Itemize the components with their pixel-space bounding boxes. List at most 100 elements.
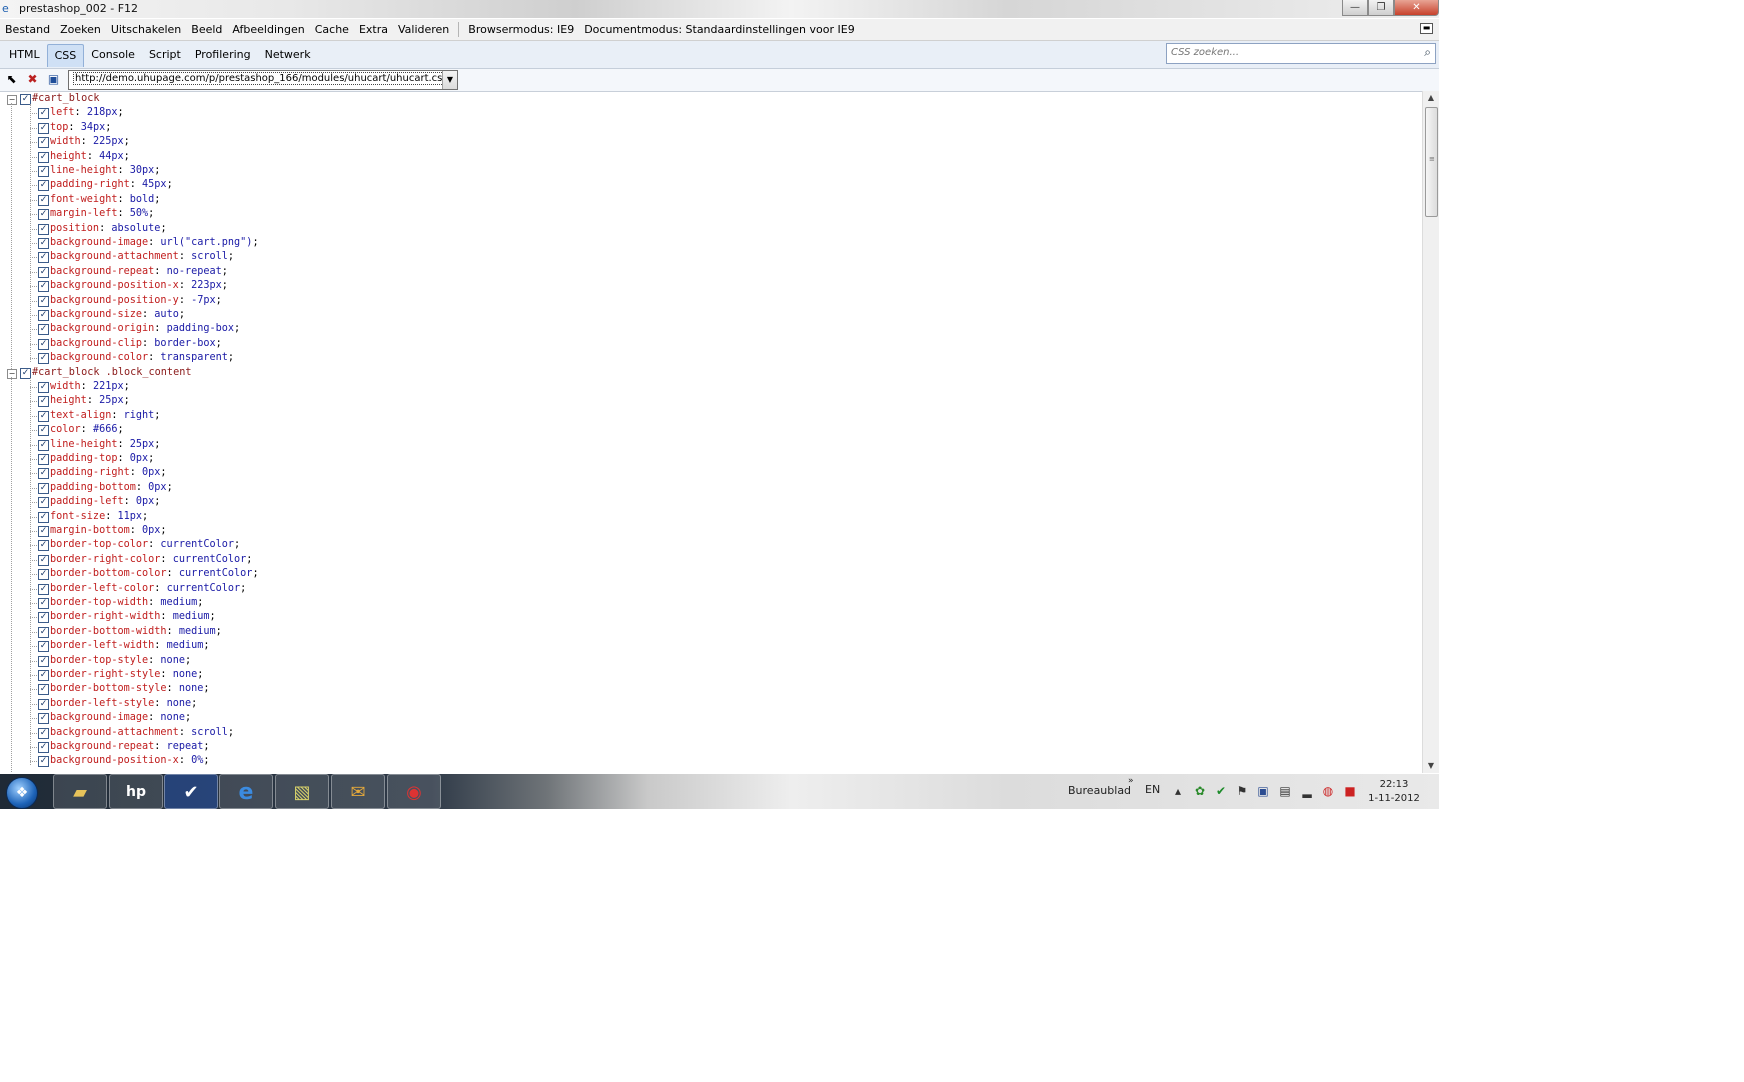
property-value[interactable]: 218px — [87, 107, 118, 118]
security-tray-icon[interactable]: ✔ — [1214, 784, 1228, 798]
property-checkbox[interactable]: ✓ — [38, 670, 49, 681]
property-value[interactable]: absolute — [111, 223, 160, 234]
tab-css[interactable]: CSS — [46, 44, 85, 67]
language-indicator[interactable]: EN — [1145, 783, 1160, 818]
select-element-icon[interactable]: ⬉ — [4, 72, 19, 87]
property-value[interactable]: currentColor — [179, 568, 253, 579]
property-checkbox[interactable]: ✓ — [38, 266, 49, 278]
property-name[interactable]: margin-bottom — [50, 525, 130, 536]
property-checkbox[interactable]: ✓ — [38, 698, 49, 710]
document-mode-menu[interactable]: Documentmodus: Standaardinstellingen voo… — [579, 23, 859, 36]
property-value[interactable]: 44px — [99, 151, 124, 162]
property-value[interactable]: 25px — [99, 395, 124, 406]
property-checkbox[interactable]: ✓ — [38, 310, 49, 321]
menu-cache[interactable]: Cache — [310, 23, 354, 36]
hp-icon[interactable]: hp — [109, 774, 163, 809]
property-value[interactable]: currentColor — [173, 554, 247, 565]
property-value[interactable]: 11px — [117, 511, 142, 522]
property-value[interactable]: medium — [179, 626, 216, 637]
alert-tray-icon[interactable]: ■ — [1343, 784, 1357, 798]
property-value[interactable]: medium — [167, 640, 204, 651]
property-checkbox[interactable]: ✓ — [38, 180, 49, 192]
property-value[interactable]: none — [160, 655, 185, 666]
power-tray-icon[interactable]: ▤ — [1278, 784, 1292, 798]
property-value[interactable]: 50% — [130, 208, 148, 219]
property-checkbox[interactable]: ✓ — [38, 252, 49, 264]
start-button[interactable]: ❖ — [6, 777, 38, 809]
property-value[interactable]: no-repeat — [167, 266, 222, 277]
task-icon[interactable]: ✔ — [164, 774, 218, 809]
property-value[interactable]: -7px — [191, 295, 216, 306]
property-checkbox[interactable]: ✓ — [38, 569, 49, 581]
property-value[interactable]: 0px — [142, 525, 160, 536]
menu-beeld[interactable]: Beeld — [186, 23, 227, 36]
property-checkbox[interactable]: ✓ — [38, 295, 49, 307]
property-value[interactable]: 225px — [93, 136, 124, 147]
network-tray-icon[interactable]: ✿ — [1193, 784, 1207, 798]
property-value[interactable]: none — [160, 712, 185, 723]
property-name[interactable]: font-size — [50, 511, 105, 522]
property-name[interactable]: padding-right — [50, 467, 130, 478]
collapse-icon[interactable]: − — [7, 95, 17, 105]
property-checkbox[interactable]: ✓ — [38, 137, 49, 149]
property-name[interactable]: background-attachment — [50, 727, 179, 738]
property-name[interactable]: border-right-color — [50, 554, 160, 565]
property-name[interactable]: background-color — [50, 352, 148, 363]
tab-netwerk[interactable]: Netwerk — [258, 44, 318, 66]
property-checkbox[interactable]: ✓ — [38, 166, 49, 177]
property-name[interactable]: background-position-y — [50, 295, 179, 306]
property-checkbox[interactable]: ✓ — [38, 338, 49, 350]
property-checkbox[interactable]: ✓ — [38, 122, 49, 134]
property-name[interactable]: background-position-x — [50, 280, 179, 291]
property-name[interactable]: height — [50, 151, 87, 162]
property-name[interactable]: padding-bottom — [50, 482, 136, 493]
chevron-down-icon[interactable]: ▼ — [442, 71, 457, 89]
property-value[interactable]: none — [167, 698, 192, 709]
property-name[interactable]: background-attachment — [50, 251, 179, 262]
property-value[interactable]: transparent — [160, 352, 227, 363]
property-checkbox[interactable]: ✓ — [38, 410, 49, 422]
property-name[interactable]: border-right-width — [50, 611, 160, 622]
property-name[interactable]: top — [50, 122, 68, 133]
property-name[interactable]: border-top-style — [50, 655, 148, 666]
property-name[interactable]: border-top-color — [50, 539, 148, 550]
property-checkbox[interactable]: ✓ — [38, 713, 49, 725]
chrome-icon[interactable]: ◉ — [387, 774, 441, 809]
property-value[interactable]: none — [173, 669, 198, 680]
property-value[interactable]: 0px — [130, 453, 148, 464]
property-value[interactable]: none — [179, 683, 204, 694]
collapse-icon[interactable]: − — [7, 368, 17, 379]
search-icon[interactable]: ⌕ — [1424, 45, 1431, 60]
clear-icon[interactable]: ✖ — [25, 72, 40, 87]
property-checkbox[interactable]: ✓ — [38, 281, 49, 293]
property-checkbox[interactable]: ✓ — [38, 439, 49, 451]
menu-afbeeldingen[interactable]: Afbeeldingen — [227, 23, 309, 36]
property-value[interactable]: medium — [173, 611, 210, 622]
vertical-scrollbar[interactable]: ▲ ≡ ▼ — [1422, 91, 1439, 773]
minimize-panel-icon[interactable]: ▬ — [1420, 23, 1433, 34]
property-value[interactable]: medium — [160, 597, 197, 608]
menu-extra[interactable]: Extra — [354, 23, 393, 36]
property-value[interactable]: auto — [154, 309, 179, 320]
close-button[interactable]: ✕ — [1394, 0, 1439, 16]
sticky-notes-icon[interactable]: ▧ — [275, 774, 329, 809]
property-name[interactable]: background-clip — [50, 338, 142, 349]
property-name[interactable]: border-bottom-width — [50, 626, 167, 637]
property-value[interactable]: 0px — [148, 482, 166, 493]
property-value[interactable]: scroll — [191, 251, 228, 262]
property-checkbox[interactable]: ✓ — [38, 554, 49, 566]
signal-icon[interactable]: ▂ — [1300, 784, 1314, 798]
property-checkbox[interactable]: ✓ — [38, 684, 49, 696]
property-name[interactable]: background-origin — [50, 323, 154, 334]
property-value[interactable]: 223px — [191, 280, 222, 291]
property-checkbox[interactable]: ✓ — [38, 353, 49, 365]
property-name[interactable]: border-top-width — [50, 597, 148, 608]
property-name[interactable]: font-weight — [50, 194, 117, 205]
chevron-right-icon[interactable]: » — [1128, 776, 1134, 811]
property-value[interactable]: currentColor — [160, 539, 234, 550]
property-value[interactable]: bold — [130, 194, 155, 205]
property-name[interactable]: background-size — [50, 309, 142, 320]
property-value[interactable]: 0px — [136, 496, 154, 507]
menu-valideren[interactable]: Valideren — [393, 23, 454, 36]
css-search-input[interactable] — [1167, 44, 1415, 61]
